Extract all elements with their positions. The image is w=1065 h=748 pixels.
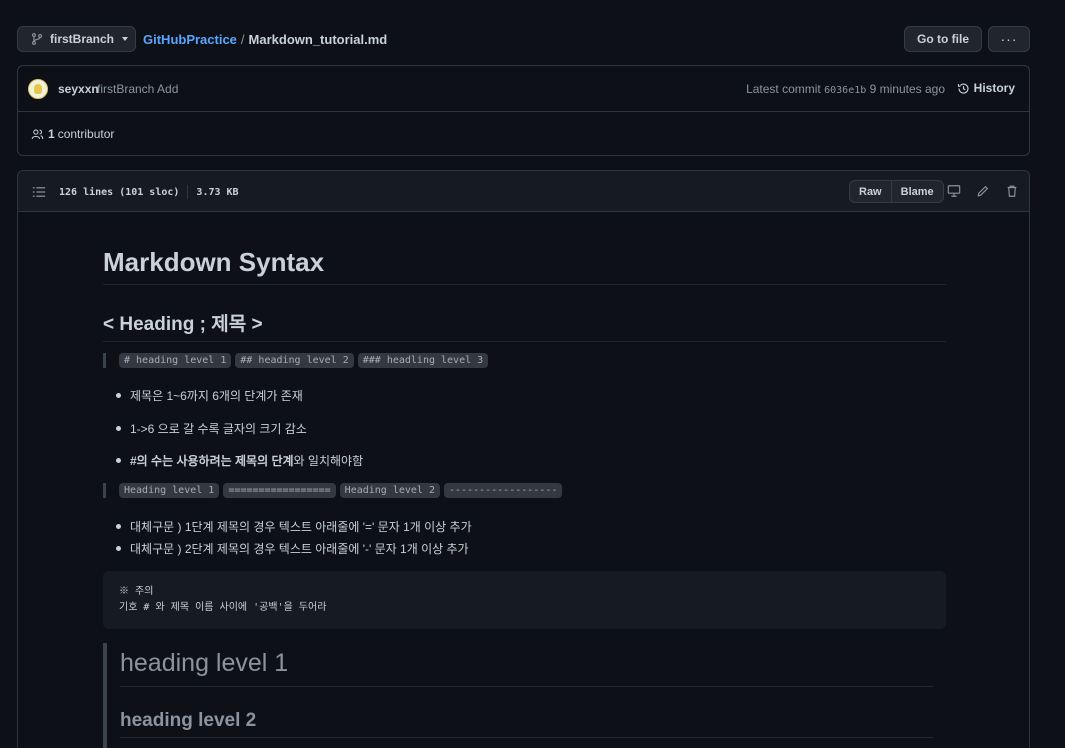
blockquote-heading-syntax: # heading level 1 ## heading level 2 ###… — [103, 353, 489, 368]
markdown-section-heading: < Heading ; 제목 > — [103, 309, 946, 342]
contributors-row: 1 contributor — [18, 112, 1029, 156]
trash-icon[interactable] — [1005, 184, 1019, 198]
inline-code: # heading level 1 — [119, 353, 232, 368]
file-info: 126 lines (101 sloc) 3.73 KB — [59, 185, 239, 199]
pencil-icon[interactable] — [976, 184, 990, 198]
file-line-count: 126 lines (101 sloc) — [59, 186, 180, 198]
inline-code: ================= — [223, 483, 336, 498]
history-link[interactable]: History — [957, 81, 1015, 95]
code-block: ※ 주의 기호 # 와 제목 이름 사이에 '공백'을 두어라 — [103, 571, 946, 629]
bullet-list-rules: 제목은 1~6까지 6개의 단계가 존재 1->6 으로 갈 수록 글자의 크기… — [103, 387, 363, 469]
breadcrumb-file-name: Markdown_tutorial.md — [248, 32, 388, 47]
inline-code: Heading level 2 — [339, 483, 440, 498]
inline-code: Heading level 1 — [119, 483, 220, 498]
blockquote-alt-syntax: Heading level 1 ================= Headin… — [103, 483, 563, 498]
list-item: 대체구문 ) 1단계 제목의 경우 텍스트 아래줄에 '=' 문자 1개 이상 … — [103, 518, 472, 540]
commit-time: 9 minutes ago — [869, 82, 945, 96]
code-line: ※ 주의 — [119, 586, 154, 597]
contributor-label: contributor — [57, 127, 115, 141]
file-size: 3.73 KB — [196, 186, 239, 198]
markdown-title: Markdown Syntax — [103, 247, 946, 285]
table-of-contents-icon[interactable] — [32, 185, 46, 199]
file-navigation-bar: firstBranch GitHubPractice / Markdown_tuto… — [17, 26, 1030, 52]
branch-name: firstBranch — [50, 32, 115, 46]
inline-code: ## heading level 2 — [235, 353, 354, 368]
bold-text: #의 수는 사용하려는 제목의 단계 — [130, 454, 294, 468]
branch-selector-button[interactable]: firstBranch — [17, 26, 136, 52]
history-label: History — [973, 81, 1015, 95]
go-to-file-button[interactable]: Go to file — [904, 26, 982, 52]
file-content-box: 126 lines (101 sloc) 3.73 KB Raw Blame M… — [17, 170, 1030, 748]
code-line: 기호 # 와 제목 이름 사이에 '공백'을 두어라 — [119, 602, 327, 613]
breadcrumb: GitHubPractice / Markdown_tutorial.md — [143, 32, 387, 47]
inline-code: ### headling level 3 — [357, 353, 489, 368]
avatar[interactable] — [28, 79, 48, 99]
breadcrumb-repo-link[interactable]: GitHubPractice — [143, 32, 237, 47]
contributor-count: 1 — [48, 127, 55, 141]
commit-meta: Latest commit 6036e1b 9 minutes ago — [746, 82, 945, 96]
list-item: #의 수는 사용하려는 제목의 단계와 일치해야함 — [103, 452, 363, 469]
blockquote-heading-examples: heading level 1 heading level 2 — [103, 643, 946, 748]
blame-button[interactable]: Blame — [892, 181, 943, 202]
list-item: 1->6 으로 갈 수록 글자의 크기 감소 — [103, 420, 363, 452]
commit-row: seyxxn firstBranch Add Latest commit 603… — [18, 66, 1029, 112]
more-options-button[interactable]: ··· — [988, 26, 1030, 52]
desktop-icon[interactable] — [947, 184, 961, 198]
chevron-down-icon — [122, 37, 129, 41]
latest-commit-box: seyxxn firstBranch Add Latest commit 603… — [17, 65, 1030, 156]
commit-sha-link[interactable]: 6036e1b — [824, 85, 866, 96]
people-icon — [31, 128, 44, 139]
file-info-divider — [187, 185, 189, 199]
file-header: 126 lines (101 sloc) 3.73 KB Raw Blame — [18, 171, 1029, 212]
raw-blame-group: Raw Blame — [849, 180, 944, 203]
list-item: 대체구문 ) 2단계 제목의 경우 텍스트 아래줄에 '-' 문자 1개 이상 … — [103, 540, 472, 557]
list-item: 제목은 1~6까지 6개의 단계가 존재 — [103, 387, 363, 420]
contributors-link[interactable]: 1 contributor — [31, 127, 114, 141]
commit-author-link[interactable]: seyxxn — [58, 82, 99, 96]
example-heading-level-1: heading level 1 — [120, 643, 933, 687]
git-branch-icon — [31, 33, 43, 45]
history-icon — [957, 83, 969, 94]
inline-code: ------------------ — [443, 483, 563, 498]
raw-button[interactable]: Raw — [850, 181, 891, 202]
latest-commit-label: Latest commit — [746, 82, 821, 96]
kebab-horizontal-icon: ··· — [1000, 31, 1018, 47]
breadcrumb-separator: / — [240, 32, 245, 47]
example-heading-level-2: heading level 2 — [120, 687, 933, 738]
commit-message-link[interactable]: firstBranch Add — [97, 82, 178, 96]
bullet-list-alternatives: 대체구문 ) 1단계 제목의 경우 텍스트 아래줄에 '=' 문자 1개 이상 … — [103, 518, 472, 557]
